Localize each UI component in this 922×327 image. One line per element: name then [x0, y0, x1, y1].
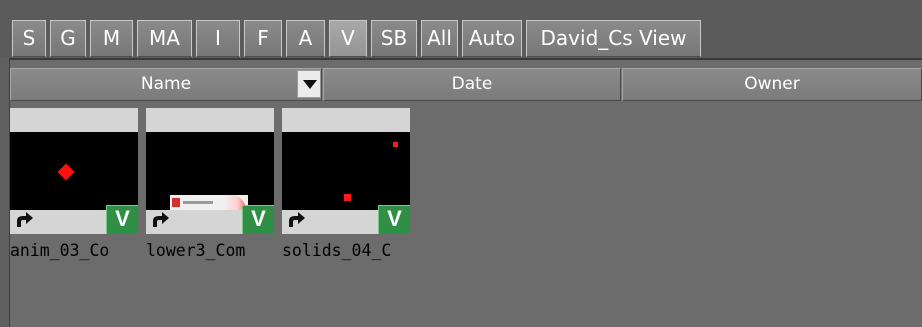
column-header-name[interactable]: Name — [10, 68, 322, 101]
tab-a[interactable]: A — [286, 20, 325, 57]
column-name-label: Name — [140, 74, 192, 94]
tab-david-cs-view[interactable]: David_Cs View — [526, 20, 701, 57]
lower-third-text-line — [183, 201, 213, 204]
column-header-date[interactable]: Date — [323, 68, 621, 101]
tab-v[interactable]: V — [329, 20, 367, 57]
chevron-down-icon — [303, 80, 317, 89]
red-dot-square — [344, 194, 351, 201]
red-dot-small — [393, 142, 398, 147]
red-diamond-shape — [57, 163, 75, 181]
column-owner-label: Owner — [744, 74, 800, 94]
tab-i[interactable]: I — [196, 20, 240, 57]
scene-item-solids-04[interactable]: V solids_04_C — [282, 108, 410, 264]
viz-scene-badge-icon: V — [378, 205, 410, 234]
tab-sb[interactable]: SB — [371, 20, 417, 57]
scene-item-label: anim_03_Co — [10, 241, 110, 260]
scene-item-anim-03[interactable]: V anim_03_Co — [10, 108, 138, 264]
lower-third-graphic — [170, 195, 248, 210]
viz-scene-badge-icon: V — [242, 205, 274, 234]
tab-f[interactable]: F — [244, 20, 282, 57]
tab-auto[interactable]: Auto — [462, 20, 522, 57]
tab-all[interactable]: All — [421, 20, 458, 57]
tab-s[interactable]: S — [12, 20, 46, 57]
scene-item-label: solids_04_C — [282, 241, 392, 260]
tab-ma[interactable]: MA — [137, 20, 192, 57]
column-header-bar: Name Date Owner — [10, 68, 922, 101]
scene-item-lower3[interactable]: V lower3_Com — [146, 108, 274, 264]
name-column-dropdown-button[interactable] — [297, 70, 321, 98]
scene-item-label: lower3_Com — [146, 241, 246, 260]
scene-thumbnail — [282, 132, 410, 210]
scene-thumbnail — [10, 132, 138, 210]
viz-scene-badge-icon: V — [106, 205, 138, 234]
column-date-label: Date — [451, 74, 493, 94]
column-header-owner[interactable]: Owner — [622, 68, 922, 101]
shortcut-arrow-icon — [289, 212, 305, 227]
lower-third-logo — [172, 198, 180, 207]
thumbnail-top-band — [146, 108, 274, 132]
thumbnail-top-band — [10, 108, 138, 132]
shortcut-arrow-icon — [17, 212, 33, 227]
thumbnail-top-band — [282, 108, 410, 132]
tab-strip-divider — [9, 58, 922, 60]
shortcut-arrow-icon — [153, 212, 169, 227]
tab-m[interactable]: M — [90, 20, 133, 57]
tab-g[interactable]: G — [50, 20, 86, 57]
